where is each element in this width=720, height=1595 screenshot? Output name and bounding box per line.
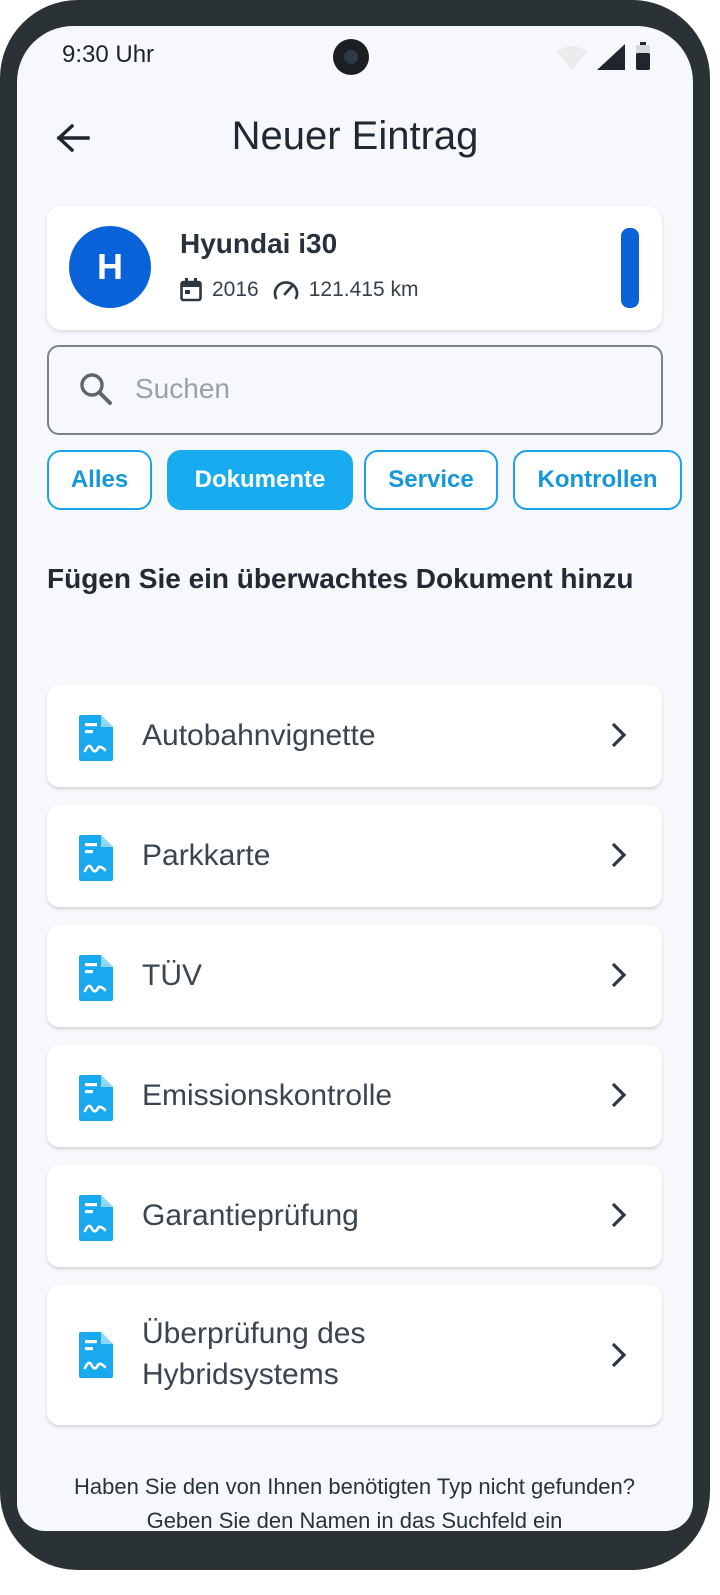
chevron-right-icon: [610, 961, 628, 994]
page-title: Neuer Eintrag: [231, 114, 479, 158]
vehicle-year: 2016: [212, 278, 259, 301]
screen: 9:30 Uhr Neuer Eintrag H Hyundai i30 201…: [17, 26, 693, 1531]
document-icon: [77, 715, 113, 766]
vehicle-avatar: H: [69, 226, 151, 308]
wifi-icon: [557, 46, 587, 70]
vehicle-name: Hyundai i30: [180, 228, 338, 259]
chip-alles[interactable]: Alles: [47, 450, 152, 510]
list-item-label: Parkkarte: [142, 839, 271, 872]
battery-icon: [636, 42, 650, 70]
list-item-label: Garantieprüfung: [142, 1199, 359, 1232]
chip-dokumente[interactable]: Dokumente: [167, 450, 353, 510]
document-icon: [77, 955, 113, 1006]
list-item-label: Autobahnvignette: [142, 719, 376, 752]
speedometer-icon: [273, 279, 299, 301]
list-item-label: Emissionskontrolle: [142, 1079, 393, 1112]
document-icon: [77, 1075, 113, 1126]
front-camera: [333, 39, 369, 75]
list-item-label: Überprüfung des Hybridsystems: [142, 1317, 366, 1391]
calendar-icon: [180, 278, 202, 302]
list-item-parkkarte[interactable]: Parkkarte: [47, 805, 662, 907]
list-item-hybridsystem[interactable]: Überprüfung des Hybridsystems: [47, 1285, 662, 1425]
vehicle-accent-bar: [621, 228, 639, 308]
search-placeholder: Suchen: [135, 373, 230, 404]
list-item-emissionskontrolle[interactable]: Emissionskontrolle: [47, 1045, 662, 1147]
vehicle-mileage: 121.415 km: [308, 278, 419, 301]
vehicle-meta: 2016 121.415 km: [180, 278, 418, 302]
chevron-right-icon: [610, 1081, 628, 1114]
section-title: Fügen Sie ein überwachtes Dokument hinzu: [47, 563, 634, 594]
list-item-tuev[interactable]: TÜV: [47, 925, 662, 1027]
app-bar: Neuer Eintrag: [17, 106, 693, 170]
status-bar: 9:30 Uhr: [17, 26, 693, 86]
list-item-autobahnvignette[interactable]: Autobahnvignette: [47, 685, 662, 787]
footer-hint: Haben Sie den von Ihnen benötigten Typ n…: [73, 1474, 636, 1531]
document-icon: [77, 1332, 113, 1383]
search-icon: [79, 372, 113, 411]
document-icon: [77, 835, 113, 886]
signal-icon: [597, 44, 625, 70]
chevron-right-icon: [610, 1201, 628, 1234]
chevron-right-icon: [610, 721, 628, 754]
chevron-right-icon: [610, 1341, 628, 1374]
vehicle-card[interactable]: H Hyundai i30 2016 121.415 km: [47, 206, 662, 330]
list-item-label: TÜV: [142, 959, 202, 992]
document-icon: [77, 1195, 113, 1246]
system-icons: [557, 42, 651, 70]
chip-kontrollen[interactable]: Kontrollen: [513, 450, 682, 510]
chip-service[interactable]: Service: [364, 450, 498, 510]
chevron-right-icon: [610, 841, 628, 874]
status-time: 9:30 Uhr: [62, 41, 155, 68]
search-input[interactable]: Suchen: [47, 345, 663, 435]
list-item-garantiepruefung[interactable]: Garantieprüfung: [47, 1165, 662, 1267]
